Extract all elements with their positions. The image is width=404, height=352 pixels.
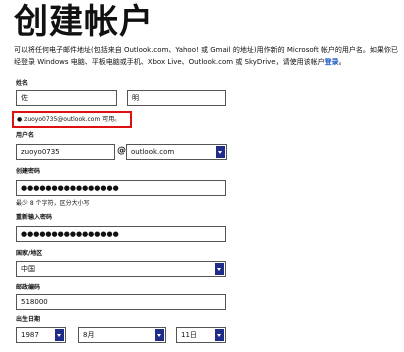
chevron-down-icon xyxy=(155,329,164,341)
password-label: 创建密码 xyxy=(16,168,41,175)
region-select-value: 中国 xyxy=(21,265,35,273)
name-label: 姓名 xyxy=(16,80,29,87)
postal-code-label: 邮政编码 xyxy=(16,284,41,291)
birth-year-select[interactable]: 1987 xyxy=(16,327,66,343)
domain-select-value: outlook.com xyxy=(131,148,175,156)
birthday-label: 出生日期 xyxy=(16,316,41,323)
confirm-password-label: 重新输入密码 xyxy=(16,214,53,221)
birth-day-value: 11日 xyxy=(181,331,197,339)
page-title: 创建帐户 xyxy=(14,2,154,42)
first-name-input[interactable]: 明 xyxy=(127,90,226,106)
chevron-down-icon xyxy=(216,146,225,158)
birth-month-select[interactable]: 8月 xyxy=(78,327,166,343)
region-select[interactable]: 中国 xyxy=(16,261,226,277)
password-hint: 最少 8 个字符，区分大小写 xyxy=(16,200,90,207)
availability-text: zuoyo0735@outlook.com 可用。 xyxy=(24,116,121,123)
password-input[interactable]: ●●●●●●●●●●●●●●●● xyxy=(16,180,226,196)
username-input[interactable]: zuoyo0735 xyxy=(16,144,115,160)
chevron-down-icon xyxy=(215,329,224,341)
username-availability-message: ● zuoyo0735@outlook.com 可用。 xyxy=(12,111,132,128)
confirm-password-input[interactable]: ●●●●●●●●●●●●●●●● xyxy=(16,226,226,242)
region-label: 国家/地区 xyxy=(16,250,43,257)
sign-in-link[interactable]: 登录 xyxy=(325,58,339,66)
chevron-down-icon xyxy=(55,329,64,341)
intro-text: 可以将任何电子邮件地址(包括来自 Outlook.com、Yahoo! 或 Gm… xyxy=(14,46,398,66)
postal-code-input[interactable]: 518000 xyxy=(16,294,226,310)
domain-select[interactable]: outlook.com xyxy=(126,144,227,160)
birth-year-value: 1987 xyxy=(21,331,39,339)
username-label: 用户名 xyxy=(16,132,35,139)
birth-day-select[interactable]: 11日 xyxy=(176,327,226,343)
chevron-down-icon xyxy=(215,263,224,275)
check-icon: ● xyxy=(17,116,23,123)
at-sign: @ xyxy=(117,146,126,156)
last-name-input[interactable]: 佐 xyxy=(16,90,117,106)
birth-month-value: 8月 xyxy=(83,331,95,339)
